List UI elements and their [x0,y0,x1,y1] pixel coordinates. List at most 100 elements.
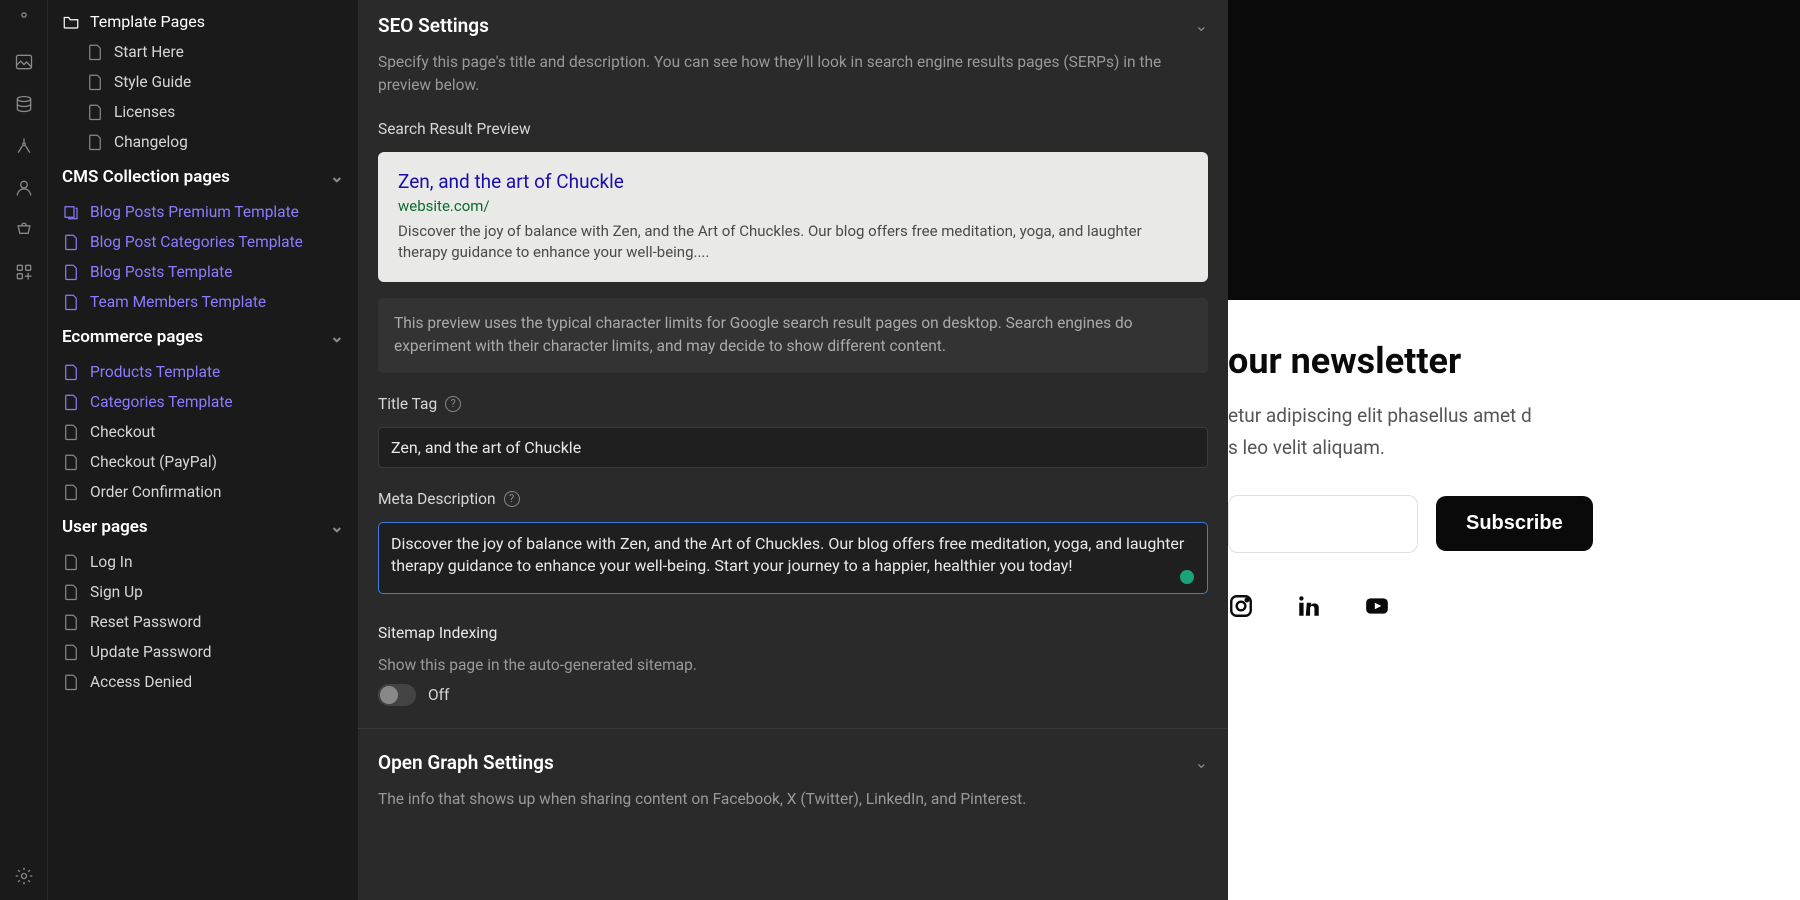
email-field[interactable] [1228,495,1418,553]
sidebar-item[interactable]: Checkout [48,417,358,447]
sidebar-item-label: Style Guide [114,73,191,91]
youtube-icon[interactable] [1364,593,1390,619]
sidebar-item[interactable]: Reset Password [48,607,358,637]
sidebar-item[interactable]: Checkout (PayPal) [48,447,358,477]
sidebar-item-label: Update Password [90,643,212,661]
sidebar-item[interactable]: Sign Up [48,577,358,607]
sidebar-item-label: Blog Posts Premium Template [90,203,299,221]
sidebar-item-label: Products Template [90,363,220,381]
sidebar-item[interactable]: Changelog [48,127,358,157]
page-icon [62,673,80,691]
seo-desc: Specify this page's title and descriptio… [378,51,1208,98]
sidebar-item-label: Changelog [114,133,188,151]
page-icon [62,363,80,381]
sidebar-item[interactable]: Products Template [48,357,358,387]
sidebar-item-label: Reset Password [90,613,201,631]
page-icon [62,453,80,471]
database-icon[interactable] [12,92,36,116]
image-icon[interactable] [12,50,36,74]
sidebar-item[interactable]: Access Denied [48,667,358,697]
serp-title: Zen, and the art of Chuckle [398,170,1188,193]
page-icon [62,233,80,251]
sidebar-item-label: Order Confirmation [90,483,221,501]
sidebar-item-label: Team Members Template [90,293,266,311]
help-icon[interactable]: ? [504,491,520,507]
sidebar-item[interactable]: Style Guide [48,67,358,97]
sitemap-label: Sitemap Indexing [378,624,1208,642]
ai-dot-icon[interactable] [1180,570,1194,584]
sidebar-item-label: Checkout [90,423,155,441]
page-icon [62,643,80,661]
pages-sidebar: Template Pages Start Here Style Guide Lice… [48,0,358,900]
settings-panel: SEO Settings ⌄ Specify this page's title… [358,0,1228,900]
ecommerce-header[interactable]: Ecommerce pages ⌄ [48,317,358,357]
sidebar-item-label: Blog Posts Template [90,263,232,281]
sidebar-item[interactable]: Blog Posts Premium Template [48,197,358,227]
page-icon [62,553,80,571]
page-icon [86,103,104,121]
meta-desc-label: Meta Description ? [378,490,1208,508]
sidebar-item[interactable]: Update Password [48,637,358,667]
sidebar-item-label: Checkout (PayPal) [90,453,217,471]
folder-label: Template Pages [90,12,205,31]
divider [358,728,1228,729]
open-graph-header[interactable]: Open Graph Settings ⌄ [378,737,1208,788]
sidebar-item-label: Licenses [114,103,175,121]
chevron-down-icon: ⌄ [1195,753,1208,772]
page-icon [62,613,80,631]
user-icon[interactable] [12,176,36,200]
linkedin-icon[interactable] [1296,593,1322,619]
subscribe-button[interactable]: Subscribe [1436,496,1593,551]
sidebar-item[interactable]: Log In [48,547,358,577]
page-icon [62,423,80,441]
serp-preview-label: Search Result Preview [378,120,1208,138]
help-icon[interactable]: ? [445,396,461,412]
user-pages-header[interactable]: User pages ⌄ [48,507,358,547]
serp-hint: This preview uses the typical character … [378,298,1208,373]
sidebar-item[interactable]: Team Members Template [48,287,358,317]
settings-icon[interactable] [12,864,36,888]
sidebar-item[interactable]: Categories Template [48,387,358,417]
page-icon [62,263,80,281]
page-icon [86,133,104,151]
variables-icon[interactable] [12,134,36,158]
sidebar-item[interactable]: Order Confirmation [48,477,358,507]
social-icons [1228,593,1800,619]
sitemap-desc: Show this page in the auto-generated sit… [378,656,1208,674]
spot-icon[interactable] [12,8,36,32]
serp-url: website.com/ [398,197,1188,215]
sidebar-item-label: Access Denied [90,673,192,691]
page-icon [62,583,80,601]
title-tag-input[interactable] [378,427,1208,468]
sidebar-item[interactable]: Blog Post Categories Template [48,227,358,257]
sidebar-item-label: Sign Up [90,583,143,601]
page-icon [62,293,80,311]
template-pages-folder[interactable]: Template Pages [48,6,358,37]
icon-rail [0,0,48,900]
serp-preview-card: Zen, and the art of Chuckle website.com/… [378,152,1208,283]
sidebar-item[interactable]: Licenses [48,97,358,127]
newsletter-title: our newsletter [1228,340,1800,382]
page-icon [62,393,80,411]
instagram-icon[interactable] [1228,593,1254,619]
chevron-down-icon: ⌄ [330,517,344,537]
canvas-preview: our newsletter etur adipiscing elit phas… [1228,0,1800,900]
title-tag-label: Title Tag ? [378,395,1208,413]
sidebar-item[interactable]: Start Here [48,37,358,67]
seo-settings-header[interactable]: SEO Settings ⌄ [378,0,1208,51]
page-icon [62,203,80,221]
sidebar-item-label: Categories Template [90,393,233,411]
chevron-down-icon: ⌄ [330,167,344,187]
page-icon [86,43,104,61]
cms-collection-header[interactable]: CMS Collection pages ⌄ [48,157,358,197]
sitemap-toggle[interactable] [378,684,416,706]
cart-icon[interactable] [12,218,36,242]
apps-icon[interactable] [12,260,36,284]
sidebar-item[interactable]: Blog Posts Template [48,257,358,287]
sidebar-item-label: Blog Post Categories Template [90,233,303,251]
meta-desc-input[interactable] [378,522,1208,594]
toggle-state-label: Off [428,686,449,704]
newsletter-body: etur adipiscing elit phasellus amet d s … [1228,400,1800,465]
page-icon [62,483,80,501]
sidebar-item-label: Start Here [114,43,184,61]
